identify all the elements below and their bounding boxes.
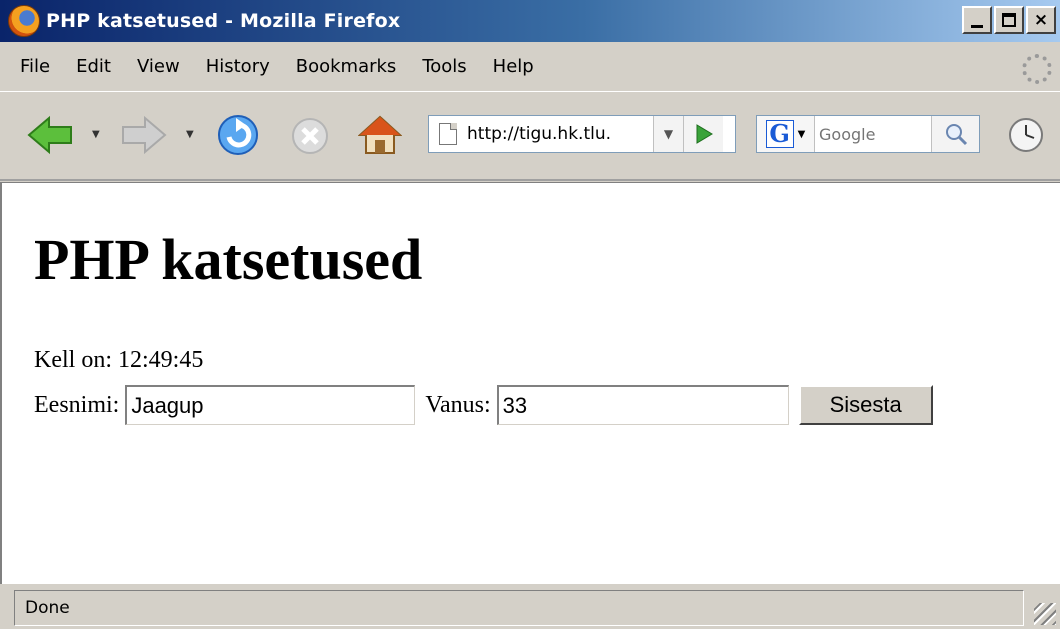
search-input[interactable] [819, 124, 931, 144]
search-engine-dropdown-icon: ▼ [797, 128, 806, 140]
address-bar: ▼ [428, 115, 736, 153]
back-button[interactable] [26, 113, 74, 157]
search-button[interactable] [931, 116, 979, 152]
menu-tools[interactable]: Tools [409, 56, 479, 77]
url-input[interactable] [467, 124, 653, 144]
clock-icon [1009, 118, 1043, 152]
magnifier-icon [945, 124, 967, 146]
resize-grip-icon[interactable] [1034, 603, 1056, 625]
forward-button[interactable] [120, 113, 168, 157]
menu-view[interactable]: View [124, 56, 193, 77]
throbber-icon [1022, 54, 1052, 84]
clock-value: 12:49:45 [118, 347, 204, 373]
reload-button[interactable] [214, 113, 262, 157]
menu-file[interactable]: File [0, 56, 63, 77]
forward-arrow-icon [122, 115, 167, 155]
firefox-logo-icon [8, 5, 40, 37]
page-content: PHP katsetused Kell on: 12:49:45 Eesnimi… [0, 182, 1060, 584]
status-panel: Done [14, 590, 1024, 626]
window-controls: × [962, 6, 1056, 34]
go-arrow-icon [696, 124, 713, 144]
window-title: PHP katsetused - Mozilla Firefox [46, 10, 401, 32]
url-history-dropdown-icon[interactable]: ▼ [653, 116, 683, 152]
minimize-icon [971, 24, 983, 28]
title-bar: PHP katsetused - Mozilla Firefox × [0, 0, 1060, 42]
status-text: Done [25, 598, 70, 618]
menu-history[interactable]: History [193, 56, 283, 77]
firstname-field[interactable] [125, 385, 416, 425]
stop-button[interactable] [288, 115, 332, 157]
history-sidebar-button[interactable] [1004, 113, 1048, 157]
entry-form: Eesnimi: Vanus: Sisesta [34, 385, 933, 425]
close-button[interactable]: × [1026, 6, 1056, 34]
menu-bookmarks[interactable]: Bookmarks [283, 56, 410, 77]
page-title: PHP katsetused [34, 227, 423, 292]
home-icon [358, 115, 402, 154]
age-field[interactable] [496, 385, 789, 425]
age-label: Vanus: [425, 391, 491, 418]
navigation-toolbar: ▼ ▼ ▼ [0, 93, 1060, 181]
back-history-dropdown-icon[interactable]: ▼ [92, 129, 100, 140]
clock-label: Kell on: [34, 347, 112, 373]
reload-icon [218, 115, 258, 155]
menu-help[interactable]: Help [480, 56, 547, 77]
go-button[interactable] [683, 116, 723, 152]
back-arrow-icon [27, 115, 72, 155]
forward-history-dropdown-icon[interactable]: ▼ [186, 129, 194, 140]
status-bar: Done [0, 586, 1060, 629]
search-bar: G ▼ [756, 115, 980, 153]
submit-button[interactable]: Sisesta [798, 385, 933, 425]
home-button[interactable] [356, 113, 404, 157]
page-icon [439, 123, 457, 145]
google-logo-icon: G [765, 120, 794, 148]
stop-icon [292, 118, 328, 154]
search-engine-selector[interactable]: G ▼ [757, 116, 815, 152]
firstname-label: Eesnimi: [34, 391, 120, 418]
clock-line: Kell on: 12:49:45 [34, 347, 203, 374]
minimize-button[interactable] [962, 6, 992, 34]
close-icon: × [1033, 9, 1049, 30]
menu-edit[interactable]: Edit [63, 56, 124, 77]
maximize-button[interactable] [994, 6, 1024, 34]
maximize-icon [1002, 13, 1016, 27]
menu-bar: File Edit View History Bookmarks Tools H… [0, 42, 1060, 92]
